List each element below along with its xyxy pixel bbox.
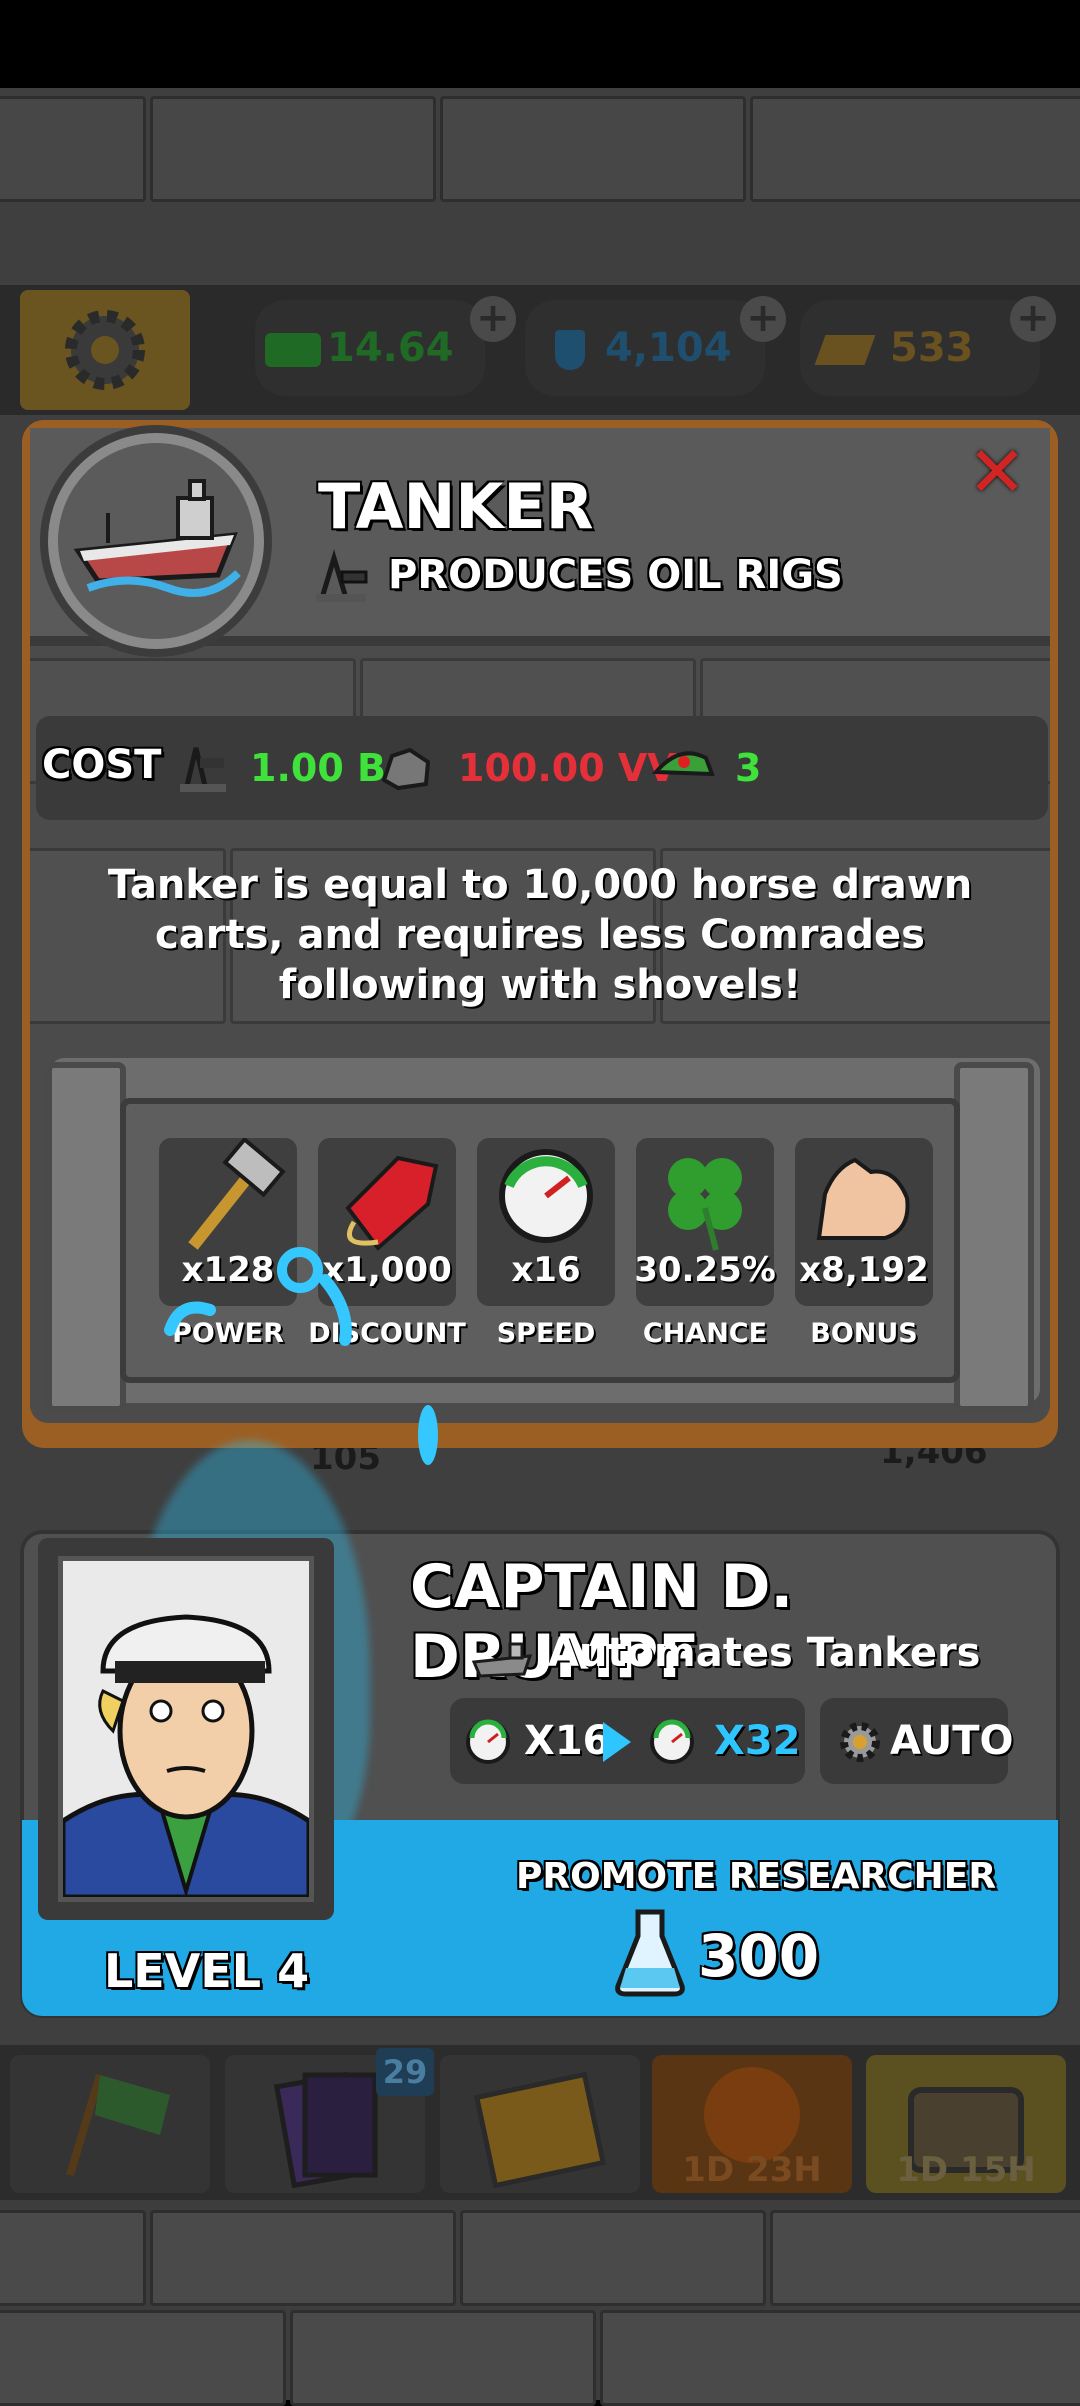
- oil-rig-icon: [312, 548, 370, 604]
- oil-rig-cost-icon: [178, 738, 228, 794]
- speedometer-small-icon-2: [648, 1718, 696, 1766]
- bottom-wall: [0, 2200, 1080, 2406]
- stat-bonus-value: x8,192: [799, 1250, 929, 1290]
- cost-label: COST: [42, 742, 162, 788]
- close-button[interactable]: ✕: [963, 437, 1031, 508]
- add-gold-button[interactable]: +: [1010, 296, 1056, 342]
- research-counter[interactable]: 4,104: [525, 300, 765, 396]
- gold-value: 533: [890, 325, 974, 371]
- event-timer: 1D 23H: [682, 2150, 822, 2190]
- stat-bonus-label: BONUS: [810, 1318, 918, 1349]
- gold-bar-icon: [814, 335, 876, 365]
- muscle-icon: [816, 1157, 910, 1240]
- stat-chance-value: 30.25%: [634, 1250, 776, 1290]
- settings-gear-icon[interactable]: [20, 290, 190, 410]
- speedometer-icon: [499, 1149, 593, 1243]
- captain-portrait: [58, 1556, 314, 1902]
- research-value: 4,104: [605, 325, 732, 371]
- add-research-button[interactable]: +: [740, 296, 786, 342]
- money-icon: [265, 333, 321, 367]
- promote-flask-icon: [612, 1906, 688, 1998]
- promote-label: PROMOTE RESEARCHER: [516, 1856, 997, 1897]
- ore-icon: [378, 740, 434, 792]
- researcher-automates: Automates Tankers: [548, 1630, 981, 1676]
- panel-title: TANKER: [318, 470, 594, 543]
- researcher-level: LEVEL 4: [104, 1944, 310, 1998]
- auto-gear-icon: [834, 1716, 886, 1768]
- auto-label: AUTO: [890, 1718, 1014, 1764]
- nav-folder-button[interactable]: [440, 2055, 640, 2193]
- tanker-small-icon: [470, 1632, 534, 1682]
- add-money-button[interactable]: +: [470, 296, 516, 342]
- stats-post-left: [46, 1062, 126, 1412]
- cost-oil-value: 1.00 B: [250, 746, 386, 790]
- speed-to: X32: [714, 1718, 801, 1764]
- speed-from: X16: [524, 1718, 611, 1764]
- cost-comrades-value: 3: [735, 746, 762, 790]
- stat-chance-label: CHANCE: [642, 1318, 768, 1349]
- stats-post-right: [954, 1062, 1034, 1412]
- money-counter[interactable]: 14.64 M: [255, 300, 485, 467]
- stat-speed-value: x16: [511, 1250, 581, 1290]
- cost-ore-value: 100.00 VV: [458, 746, 677, 790]
- speedometer-small-icon: [464, 1718, 512, 1766]
- description-text: Tanker is equal to 10,000 horse drawn ca…: [107, 862, 973, 1008]
- chest-timer: 1D 15H: [896, 2150, 1036, 2190]
- comrade-hat-icon: [650, 740, 716, 790]
- arrow-right-icon: [603, 1722, 631, 1762]
- clover-icon: [668, 1158, 742, 1251]
- gold-counter[interactable]: 533: [800, 300, 1040, 396]
- stat-speed-label: SPEED: [496, 1318, 596, 1349]
- flask-icon: [555, 330, 585, 370]
- cards-badge: 29: [376, 2048, 434, 2096]
- promote-cost: 300: [698, 1922, 820, 1990]
- nav-flag-button[interactable]: [10, 2055, 210, 2193]
- panel-subtitle: PRODUCES OIL RIGS: [388, 552, 843, 598]
- tanker-ship-icon: [58, 443, 254, 639]
